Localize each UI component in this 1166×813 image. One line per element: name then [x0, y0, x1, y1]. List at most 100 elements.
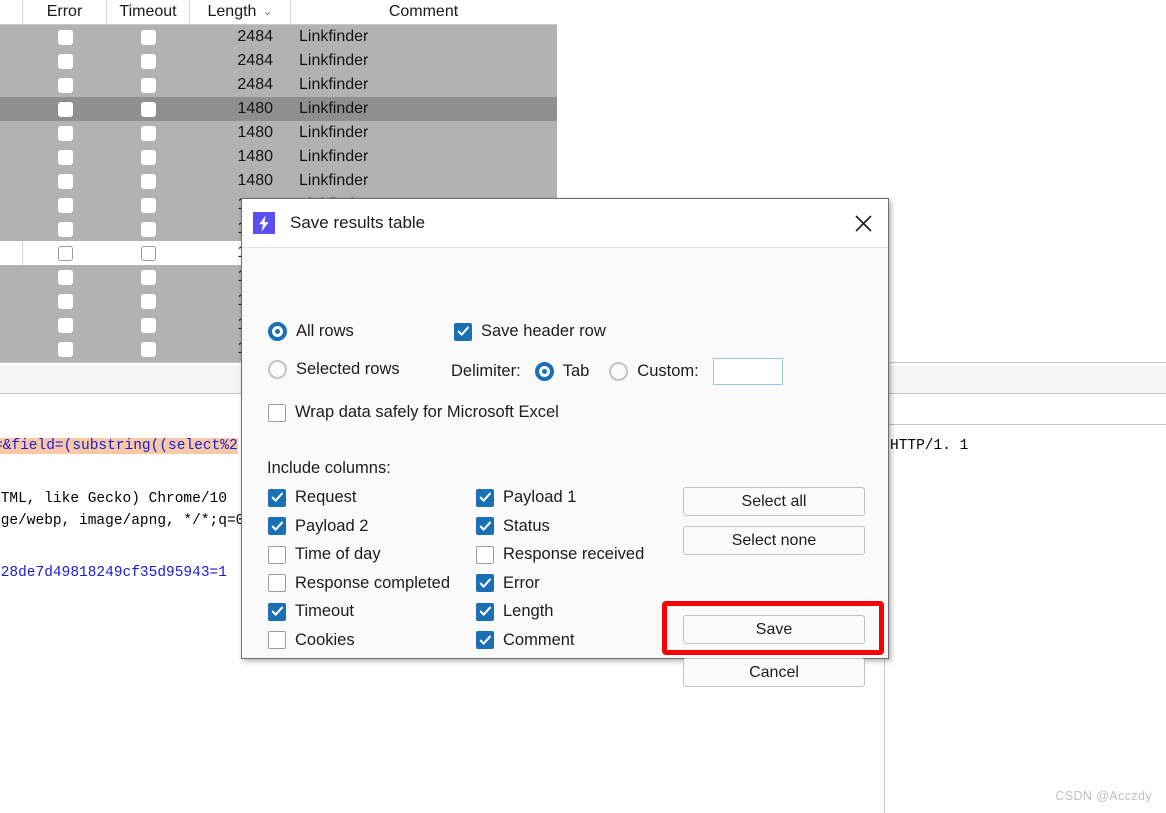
row-error-checkbox[interactable] — [57, 221, 73, 237]
row-select-cell[interactable] — [0, 97, 23, 121]
table-row[interactable]: 1480 Linkfinder — [0, 97, 557, 121]
row-timeout-cell[interactable] — [107, 145, 190, 169]
checkbox-column-payload-1[interactable]: Payload 1 — [476, 488, 576, 507]
row-select-cell[interactable] — [0, 313, 23, 337]
row-timeout-checkbox[interactable] — [141, 221, 156, 237]
table-row[interactable]: 2484 Linkfinder — [0, 25, 557, 49]
checkbox-column-time-of-day[interactable]: Time of day — [268, 545, 381, 564]
row-error-checkbox[interactable] — [57, 149, 73, 165]
save-button[interactable]: Save — [683, 615, 865, 644]
row-error-cell[interactable] — [23, 193, 107, 217]
row-timeout-cell[interactable] — [107, 97, 190, 121]
row-timeout-cell[interactable] — [107, 49, 190, 73]
row-error-cell[interactable] — [23, 337, 107, 361]
checkbox-column-cookies[interactable]: Cookies — [268, 631, 355, 650]
row-timeout-checkbox[interactable] — [141, 197, 156, 213]
row-select-cell[interactable] — [0, 73, 23, 97]
table-row[interactable]: 1480 Linkfinder — [0, 169, 557, 193]
row-timeout-checkbox[interactable] — [141, 53, 156, 69]
table-row[interactable]: 1480 Linkfinder — [0, 121, 557, 145]
checkbox-column-request[interactable]: Request — [268, 488, 356, 507]
row-timeout-checkbox[interactable] — [141, 293, 156, 309]
row-error-cell[interactable] — [23, 169, 107, 193]
checkbox-save-header-row[interactable]: Save header row — [454, 322, 606, 341]
radio-delimiter-tab[interactable]: Tab — [534, 362, 589, 381]
row-select-cell[interactable] — [0, 121, 23, 145]
row-timeout-cell[interactable] — [107, 169, 190, 193]
checkbox-column-comment[interactable]: Comment — [476, 631, 575, 650]
checkbox-wrap-excel[interactable]: Wrap data safely for Microsoft Excel — [268, 403, 559, 422]
table-row[interactable]: 2484 Linkfinder — [0, 73, 557, 97]
select-all-button[interactable]: Select all — [683, 487, 865, 516]
cancel-button[interactable]: Cancel — [683, 658, 865, 687]
row-timeout-cell[interactable] — [107, 121, 190, 145]
row-timeout-checkbox[interactable] — [141, 245, 156, 261]
row-timeout-checkbox[interactable] — [141, 269, 156, 285]
row-error-cell[interactable] — [23, 145, 107, 169]
checkbox-column-length[interactable]: Length — [476, 602, 553, 621]
row-timeout-cell[interactable] — [107, 241, 190, 265]
row-timeout-checkbox[interactable] — [141, 173, 156, 189]
row-timeout-checkbox[interactable] — [141, 77, 156, 93]
column-header-error[interactable]: Error — [23, 0, 107, 24]
row-timeout-cell[interactable] — [107, 217, 190, 241]
row-error-cell[interactable] — [23, 97, 107, 121]
table-row[interactable]: 2484 Linkfinder — [0, 49, 557, 73]
column-header-comment[interactable]: Comment — [291, 0, 556, 24]
row-select-cell[interactable] — [0, 241, 23, 265]
row-select-cell[interactable] — [0, 265, 23, 289]
row-error-checkbox[interactable] — [57, 53, 73, 69]
row-error-checkbox[interactable] — [57, 341, 73, 357]
row-error-cell[interactable] — [23, 241, 107, 265]
row-error-cell[interactable] — [23, 217, 107, 241]
row-timeout-cell[interactable] — [107, 265, 190, 289]
row-timeout-cell[interactable] — [107, 73, 190, 97]
row-select-cell[interactable] — [0, 217, 23, 241]
row-error-cell[interactable] — [23, 73, 107, 97]
row-timeout-checkbox[interactable] — [141, 341, 156, 357]
row-timeout-cell[interactable] — [107, 25, 190, 49]
checkbox-column-response-completed[interactable]: Response completed — [268, 574, 450, 593]
row-error-checkbox[interactable] — [57, 173, 73, 189]
row-error-cell[interactable] — [23, 25, 107, 49]
checkbox-column-response-received[interactable]: Response received — [476, 545, 644, 564]
row-error-cell[interactable] — [23, 313, 107, 337]
row-error-checkbox[interactable] — [57, 29, 73, 45]
row-timeout-checkbox[interactable] — [141, 149, 156, 165]
checkbox-column-status[interactable]: Status — [476, 517, 550, 536]
row-timeout-checkbox[interactable] — [141, 101, 156, 117]
row-error-checkbox[interactable] — [57, 197, 73, 213]
row-error-cell[interactable] — [23, 289, 107, 313]
row-error-cell[interactable] — [23, 265, 107, 289]
row-select-cell[interactable] — [0, 337, 23, 361]
table-row[interactable]: 1480 Linkfinder — [0, 145, 557, 169]
radio-delimiter-custom[interactable]: Custom: — [609, 362, 699, 381]
checkbox-column-payload-2[interactable]: Payload 2 — [268, 517, 368, 536]
row-error-checkbox[interactable] — [57, 269, 73, 285]
row-timeout-cell[interactable] — [107, 337, 190, 361]
row-timeout-checkbox[interactable] — [141, 29, 156, 45]
row-error-checkbox[interactable] — [57, 101, 73, 117]
row-error-checkbox[interactable] — [57, 125, 73, 141]
row-timeout-checkbox[interactable] — [141, 125, 156, 141]
row-select-cell[interactable] — [0, 289, 23, 313]
row-select-cell[interactable] — [0, 25, 23, 49]
checkbox-column-error[interactable]: Error — [476, 574, 540, 593]
select-none-button[interactable]: Select none — [683, 526, 865, 555]
row-error-cell[interactable] — [23, 49, 107, 73]
row-timeout-cell[interactable] — [107, 193, 190, 217]
row-select-cell[interactable] — [0, 145, 23, 169]
delimiter-custom-input[interactable] — [712, 358, 783, 385]
row-select-cell[interactable] — [0, 169, 23, 193]
close-icon[interactable] — [846, 207, 880, 239]
row-select-cell[interactable] — [0, 49, 23, 73]
row-select-cell[interactable] — [0, 193, 23, 217]
checkbox-column-timeout[interactable]: Timeout — [268, 602, 354, 621]
row-error-checkbox[interactable] — [57, 77, 73, 93]
row-timeout-checkbox[interactable] — [141, 317, 156, 333]
row-timeout-cell[interactable] — [107, 289, 190, 313]
row-error-checkbox[interactable] — [57, 293, 73, 309]
row-error-checkbox[interactable] — [57, 317, 73, 333]
radio-selected-rows[interactable]: Selected rows — [268, 360, 400, 379]
column-header-timeout[interactable]: Timeout — [107, 0, 190, 24]
